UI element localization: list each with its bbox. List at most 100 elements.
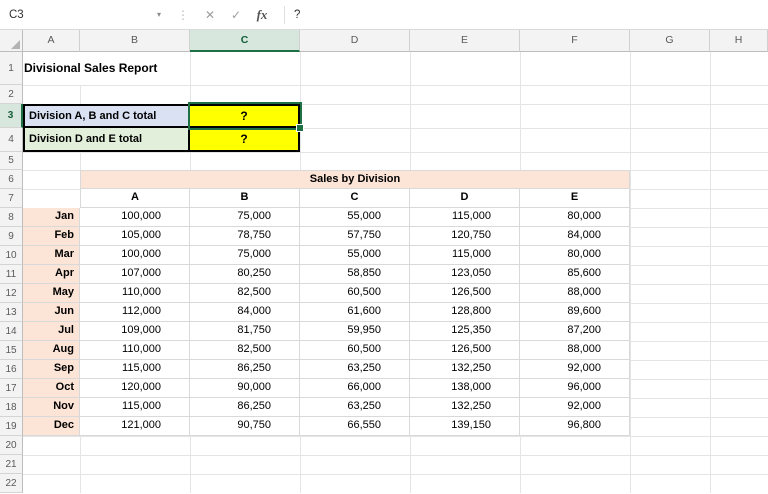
name-box[interactable]: C3 ▾: [0, 0, 170, 29]
row-header-18[interactable]: 18: [0, 398, 23, 417]
month-cell[interactable]: Nov: [23, 398, 80, 417]
row-header-5[interactable]: 5: [0, 152, 23, 170]
value-cell[interactable]: 139,150: [410, 417, 520, 436]
cancel-icon[interactable]: ✕: [197, 8, 223, 22]
value-cell[interactable]: 138,000: [410, 379, 520, 398]
column-header-E[interactable]: E: [410, 30, 520, 52]
insert-function-icon[interactable]: fx: [249, 7, 275, 23]
value-cell[interactable]: 96,000: [520, 379, 630, 398]
value-cell[interactable]: 100,000: [80, 246, 190, 265]
value-cell[interactable]: 61,600: [300, 303, 410, 322]
value-cell[interactable]: 86,250: [190, 398, 300, 417]
row-header-14[interactable]: 14: [0, 322, 23, 341]
month-cell[interactable]: Jun: [23, 303, 80, 322]
value-cell[interactable]: 75,000: [190, 208, 300, 227]
value-cell[interactable]: 90,000: [190, 379, 300, 398]
month-cell[interactable]: Sep: [23, 360, 80, 379]
value-cell[interactable]: 89,600: [520, 303, 630, 322]
value-cell[interactable]: 84,000: [190, 303, 300, 322]
row-header-19[interactable]: 19: [0, 417, 23, 436]
table-header-cell[interactable]: C: [300, 189, 410, 208]
value-cell[interactable]: 128,800: [410, 303, 520, 322]
value-cell[interactable]: 132,250: [410, 398, 520, 417]
row-header-7[interactable]: 7: [0, 189, 23, 208]
month-cell[interactable]: Apr: [23, 265, 80, 284]
value-cell[interactable]: 109,000: [80, 322, 190, 341]
formula-input[interactable]: ?: [294, 9, 768, 21]
month-cell[interactable]: May: [23, 284, 80, 303]
value-cell[interactable]: 63,250: [300, 360, 410, 379]
sheet-title[interactable]: Divisional Sales Report: [24, 52, 168, 85]
value-cell[interactable]: 115,000: [410, 208, 520, 227]
value-cell[interactable]: 115,000: [80, 398, 190, 417]
value-cell[interactable]: 87,200: [520, 322, 630, 341]
row-header-11[interactable]: 11: [0, 265, 23, 284]
value-cell[interactable]: 110,000: [80, 341, 190, 360]
value-cell[interactable]: 55,000: [300, 246, 410, 265]
value-cell[interactable]: 123,050: [410, 265, 520, 284]
value-cell[interactable]: 63,250: [300, 398, 410, 417]
value-cell[interactable]: 90,750: [190, 417, 300, 436]
value-cell[interactable]: 66,550: [300, 417, 410, 436]
value-cell[interactable]: 92,000: [520, 398, 630, 417]
month-cell[interactable]: Mar: [23, 246, 80, 265]
row-header-10[interactable]: 10: [0, 246, 23, 265]
column-header-D[interactable]: D: [300, 30, 410, 52]
value-cell[interactable]: 80,000: [520, 246, 630, 265]
summary-value-c3[interactable]: ?: [190, 104, 300, 128]
value-cell[interactable]: 60,500: [300, 284, 410, 303]
value-cell[interactable]: 112,000: [80, 303, 190, 322]
select-all-corner[interactable]: [0, 30, 23, 52]
month-cell[interactable]: Jan: [23, 208, 80, 227]
value-cell[interactable]: 78,750: [190, 227, 300, 246]
table-header-cell[interactable]: E: [520, 189, 630, 208]
name-box-dropdown-icon[interactable]: ▾: [157, 10, 161, 19]
row-header-13[interactable]: 13: [0, 303, 23, 322]
row-header-12[interactable]: 12: [0, 284, 23, 303]
row-header-4[interactable]: 4: [0, 128, 23, 152]
row-header-15[interactable]: 15: [0, 341, 23, 360]
value-cell[interactable]: 115,000: [410, 246, 520, 265]
value-cell[interactable]: 86,250: [190, 360, 300, 379]
value-cell[interactable]: 82,500: [190, 341, 300, 360]
table-header-cell[interactable]: A: [80, 189, 190, 208]
row-header-17[interactable]: 17: [0, 379, 23, 398]
column-header-B[interactable]: B: [80, 30, 190, 52]
value-cell[interactable]: 55,000: [300, 208, 410, 227]
row-header-3[interactable]: 3: [0, 104, 23, 128]
row-header-9[interactable]: 9: [0, 227, 23, 246]
value-cell[interactable]: 59,950: [300, 322, 410, 341]
month-cell[interactable]: Jul: [23, 322, 80, 341]
value-cell[interactable]: 57,750: [300, 227, 410, 246]
month-cell[interactable]: Aug: [23, 341, 80, 360]
column-header-G[interactable]: G: [630, 30, 710, 52]
value-cell[interactable]: 58,850: [300, 265, 410, 284]
month-cell[interactable]: Dec: [23, 417, 80, 436]
month-cell[interactable]: Feb: [23, 227, 80, 246]
table-title-cell[interactable]: Sales by Division: [80, 170, 630, 189]
row-header-16[interactable]: 16: [0, 360, 23, 379]
row-header-20[interactable]: 20: [0, 436, 23, 455]
value-cell[interactable]: 121,000: [80, 417, 190, 436]
value-cell[interactable]: 88,000: [520, 341, 630, 360]
value-cell[interactable]: 60,500: [300, 341, 410, 360]
row-header-1[interactable]: 1: [0, 52, 23, 85]
value-cell[interactable]: 80,250: [190, 265, 300, 284]
value-cell[interactable]: 110,000: [80, 284, 190, 303]
column-header-F[interactable]: F: [520, 30, 630, 52]
value-cell[interactable]: 132,250: [410, 360, 520, 379]
value-cell[interactable]: 75,000: [190, 246, 300, 265]
value-cell[interactable]: 96,800: [520, 417, 630, 436]
value-cell[interactable]: 85,600: [520, 265, 630, 284]
table-header-cell[interactable]: B: [190, 189, 300, 208]
value-cell[interactable]: 120,750: [410, 227, 520, 246]
value-cell[interactable]: 84,000: [520, 227, 630, 246]
column-header-H[interactable]: H: [710, 30, 768, 52]
value-cell[interactable]: 126,500: [410, 341, 520, 360]
column-header-C[interactable]: C: [190, 30, 300, 52]
fill-handle[interactable]: [296, 124, 304, 132]
value-cell[interactable]: 81,750: [190, 322, 300, 341]
value-cell[interactable]: 126,500: [410, 284, 520, 303]
value-cell[interactable]: 125,350: [410, 322, 520, 341]
value-cell[interactable]: 105,000: [80, 227, 190, 246]
